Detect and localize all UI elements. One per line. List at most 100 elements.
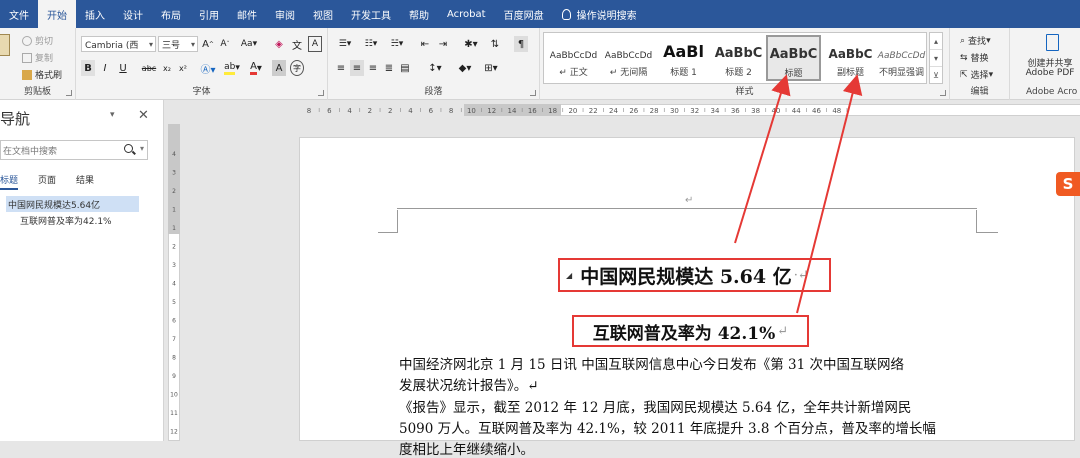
- tab-acrobat[interactable]: Acrobat: [438, 0, 495, 28]
- superscript-button[interactable]: x²: [176, 60, 190, 76]
- justify-icon[interactable]: ≣: [382, 60, 396, 76]
- replace-button[interactable]: ⇆ 替换: [960, 51, 989, 65]
- collapse-triangle-icon[interactable]: ◢: [566, 270, 572, 280]
- bold-button[interactable]: B: [81, 60, 95, 76]
- change-case-button[interactable]: Aa▾: [238, 36, 260, 52]
- highlight-icon[interactable]: ab ▾: [222, 60, 242, 76]
- vruler-tick-label: 7: [172, 336, 176, 343]
- nav-tab-headings[interactable]: 标题: [0, 173, 19, 190]
- style-subtle-emphasis[interactable]: AaBbCcDd 不明显强调: [874, 35, 929, 81]
- ruler-tick-label: 12: [487, 107, 496, 115]
- align-right-icon[interactable]: ≡: [366, 60, 380, 76]
- document-page[interactable]: ↵ ◢ 中国网民规模达 5.64 亿 ·↵ 互联网普及率为 42.1% ↵ 中国经济…: [299, 137, 1075, 458]
- styles-gallery-scroll[interactable]: ▴ ▾ ⊻: [929, 32, 943, 84]
- borders-icon[interactable]: ⊞▾: [480, 60, 502, 76]
- align-left-icon[interactable]: ≡: [334, 60, 348, 76]
- ruler-tick-label: 8: [307, 107, 311, 115]
- close-icon[interactable]: ✕: [138, 108, 149, 123]
- cut-button[interactable]: 剪切: [22, 34, 53, 47]
- align-center-icon[interactable]: ≡: [350, 60, 364, 76]
- chinese-layout-icon[interactable]: ✱▾: [460, 36, 482, 52]
- char-shading-icon[interactable]: A: [272, 60, 286, 76]
- scissors-icon: [22, 35, 32, 46]
- paragraph-launcher[interactable]: [530, 90, 536, 96]
- text-effects-icon[interactable]: Ⓐ▾: [198, 60, 218, 76]
- more-styles-icon[interactable]: ⊻: [930, 67, 942, 84]
- bullets-icon[interactable]: ☰▾: [334, 36, 356, 52]
- tab-developer[interactable]: 开发工具: [342, 0, 400, 28]
- tab-review[interactable]: 审阅: [266, 0, 304, 28]
- style-heading-2[interactable]: AaBbC 标题 2: [711, 35, 766, 81]
- numbering-icon[interactable]: ☷▾: [360, 36, 382, 52]
- search-icon[interactable]: [124, 144, 133, 153]
- sort-icon[interactable]: ⇅: [488, 36, 502, 52]
- styles-launcher[interactable]: [940, 90, 946, 96]
- paste-icon[interactable]: [0, 34, 10, 56]
- underline-button[interactable]: U: [116, 60, 130, 76]
- tab-baidu-netdisk[interactable]: 百度网盘: [495, 0, 553, 28]
- phonetic-guide-icon[interactable]: 文: [290, 36, 304, 52]
- tab-mailings[interactable]: 邮件: [228, 0, 266, 28]
- format-painter-button[interactable]: 格式刷: [22, 68, 62, 81]
- clear-format-icon[interactable]: ◈: [272, 36, 286, 52]
- ribbon-tab-bar: 文件 开始 插入 设计 布局 引用 邮件 审阅 视图 开发工具 帮助 Acrob…: [0, 0, 1080, 28]
- tab-design[interactable]: 设计: [114, 0, 152, 28]
- show-marks-icon[interactable]: ¶: [514, 36, 528, 52]
- multilevel-list-icon[interactable]: ☵▾: [386, 36, 408, 52]
- chevron-down-icon[interactable]: ▾: [140, 144, 144, 153]
- font-size-select[interactable]: 三号 ▾: [158, 36, 198, 52]
- tab-home[interactable]: 开始: [38, 0, 76, 28]
- clipboard-launcher[interactable]: [66, 90, 72, 96]
- ruler-tick-label: 4: [347, 107, 352, 115]
- enclose-char-icon[interactable]: 字: [290, 60, 304, 76]
- vruler-tick-label: 6: [172, 318, 176, 325]
- chevron-up-icon[interactable]: ▴: [930, 33, 942, 50]
- font-launcher[interactable]: [318, 90, 324, 96]
- tab-help[interactable]: 帮助: [400, 0, 438, 28]
- find-button[interactable]: ⌕ 查找 ▾: [960, 34, 991, 48]
- subscript-button[interactable]: x₂: [160, 60, 174, 76]
- char-border-icon[interactable]: A: [308, 36, 322, 52]
- lightbulb-icon: [561, 8, 571, 20]
- grow-font-button[interactable]: A ^: [201, 36, 215, 52]
- font-name-select[interactable]: Cambria (西 ▾: [81, 36, 156, 52]
- distribute-icon[interactable]: ▤: [398, 60, 412, 76]
- tab-view[interactable]: 视图: [304, 0, 342, 28]
- nav-tab-pages[interactable]: 页面: [38, 173, 56, 190]
- nav-tab-results[interactable]: 结果: [76, 173, 94, 190]
- nav-heading-item[interactable]: 互联网普及率为42.1%: [20, 214, 112, 227]
- tab-layout[interactable]: 布局: [152, 0, 190, 28]
- cursor-icon: ⇱: [960, 69, 968, 80]
- chevron-down-icon[interactable]: ▾: [930, 50, 942, 67]
- navigation-pane: 导航 ▾ ✕ 在文档中搜索 ▾ 标题 页面 结果 中国网民规模达5.64亿 互联网…: [0, 100, 164, 441]
- font-color-icon[interactable]: A ▾: [246, 60, 266, 76]
- shrink-font-button[interactable]: Aˇ: [218, 36, 232, 52]
- sogou-ime-icon[interactable]: S: [1056, 172, 1080, 196]
- style-subtitle[interactable]: AaBbC 副标题: [823, 35, 878, 81]
- paragraph-group-label: 段落: [424, 87, 443, 97]
- tab-references[interactable]: 引用: [190, 0, 228, 28]
- nav-heading-item[interactable]: 中国网民规模达5.64亿: [6, 196, 139, 212]
- copy-button[interactable]: 复制: [22, 51, 53, 64]
- tab-insert[interactable]: 插入: [76, 0, 114, 28]
- italic-button[interactable]: I: [98, 60, 112, 76]
- shading-icon[interactable]: ◆▾: [454, 60, 476, 76]
- doc-title[interactable]: ◢ 中国网民规模达 5.64 亿 ·↵: [558, 258, 831, 292]
- horizontal-ruler[interactable]: 8 6 4 2 2 4 6 8 10 12 14 16 18 20 22 24 26 28 30 32 34 36 38 40…: [164, 100, 1080, 120]
- chevron-down-icon[interactable]: ▾: [110, 110, 115, 120]
- increase-indent-icon[interactable]: ⇥: [436, 36, 450, 52]
- decrease-indent-icon[interactable]: ⇤: [418, 36, 432, 52]
- tell-me-search[interactable]: 操作说明搜索: [553, 0, 646, 28]
- nav-search-input[interactable]: 在文档中搜索 ▾: [0, 140, 148, 160]
- style-heading-1[interactable]: AaBl 标题 1: [656, 35, 711, 81]
- tab-file[interactable]: 文件: [0, 0, 38, 28]
- style-title[interactable]: AaBbC 标题: [766, 35, 821, 81]
- line-spacing-icon[interactable]: ↕▾: [424, 60, 446, 76]
- style-no-spacing[interactable]: AaBbCcDd ↵ 无间隔: [601, 35, 656, 81]
- create-pdf-button[interactable]: 创建并共享 Adobe PDF: [1018, 32, 1080, 82]
- style-normal[interactable]: AaBbCcDd ↵ 正文: [546, 35, 601, 81]
- vruler-tick-label: 2: [172, 244, 176, 251]
- select-button[interactable]: ⇱ 选择 ▾: [960, 68, 993, 82]
- doc-subtitle[interactable]: 互联网普及率为 42.1% ↵: [572, 315, 809, 347]
- pdf-doc-icon: [1046, 34, 1059, 51]
